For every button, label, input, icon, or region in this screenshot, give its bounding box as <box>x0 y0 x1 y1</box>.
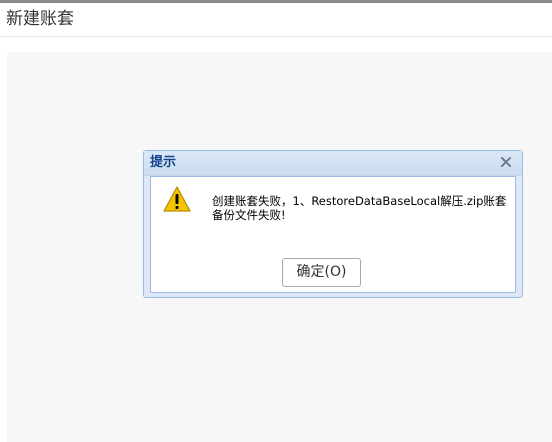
dialog-message: 创建账套失败，1、RestoreDataBaseLocal解压.zip账套备份文… <box>212 194 507 222</box>
warning-icon <box>163 186 191 212</box>
ok-button[interactable]: 确定(O) <box>282 258 361 287</box>
title-bar: 新建账套 <box>0 3 552 37</box>
dialog-header: 提示 <box>144 151 522 176</box>
page-title: 新建账套 <box>6 9 74 29</box>
close-icon[interactable] <box>499 155 513 169</box>
dialog-body: 创建账套失败，1、RestoreDataBaseLocal解压.zip账套备份文… <box>150 176 516 293</box>
alert-dialog: 提示 创建账套失败，1、RestoreDataBaseLocal解压.zip账套… <box>143 150 523 298</box>
dialog-title: 提示 <box>150 155 177 170</box>
